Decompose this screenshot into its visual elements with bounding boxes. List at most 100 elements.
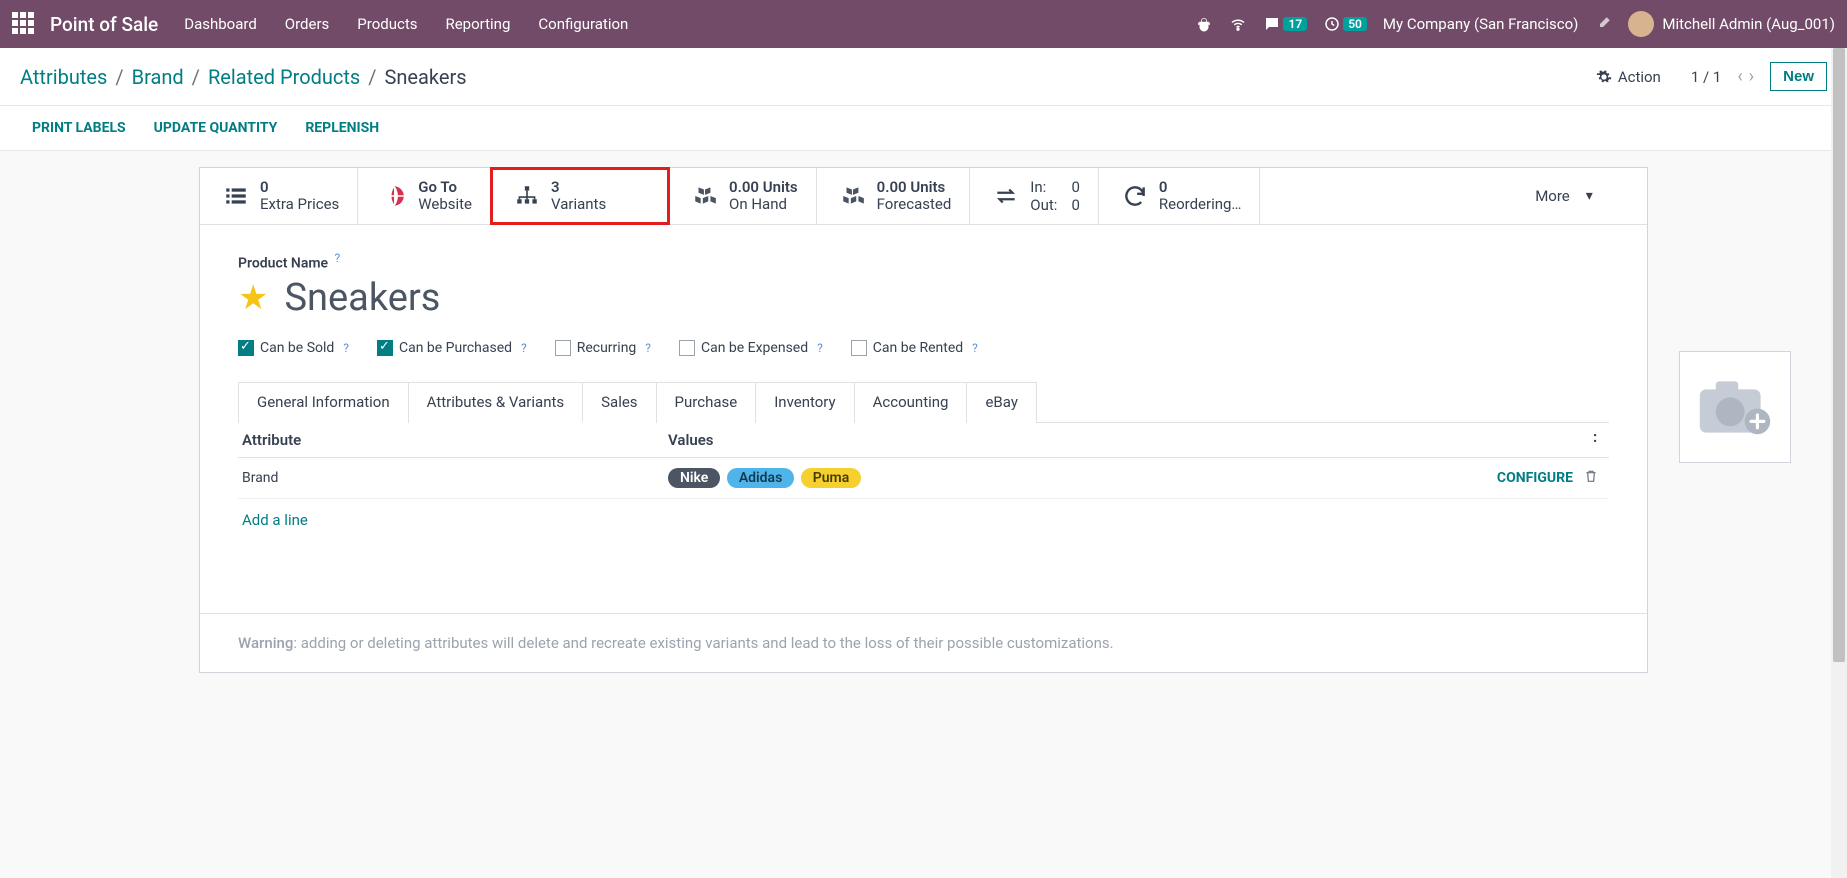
- app-brand[interactable]: Point of Sale: [50, 13, 158, 36]
- checkbox-label: Can be Rented: [873, 340, 963, 356]
- warning-footer: Warning: adding or deleting attributes w…: [200, 613, 1647, 672]
- delete-icon[interactable]: [1573, 468, 1609, 488]
- refresh-icon: [1121, 183, 1149, 209]
- pager[interactable]: 1 / 1: [1691, 68, 1722, 86]
- help-icon[interactable]: ?: [335, 251, 341, 265]
- breadcrumb-bar: Attributes / Brand / Related Products / …: [0, 48, 1847, 106]
- configure-button[interactable]: CONFIGURE: [1497, 470, 1573, 486]
- gear-icon: [1596, 69, 1612, 85]
- action-dropdown[interactable]: Action: [1596, 68, 1661, 86]
- tab-purchase[interactable]: Purchase: [657, 383, 757, 423]
- update-quantity-button[interactable]: UPDATE QUANTITY: [154, 120, 278, 136]
- top-menu: Dashboard Orders Products Reporting Conf…: [184, 15, 628, 33]
- stat-label: Website: [418, 195, 472, 213]
- help-icon[interactable]: ?: [343, 341, 349, 355]
- tab-ebay[interactable]: eBay: [967, 383, 1035, 423]
- crumb-sep: /: [115, 65, 123, 89]
- help-icon[interactable]: ?: [645, 341, 651, 355]
- crumb-sep: /: [192, 65, 200, 89]
- col-attribute: Attribute: [238, 431, 668, 449]
- cell-attribute[interactable]: Brand: [238, 470, 668, 486]
- company-switcher[interactable]: My Company (San Francisco): [1383, 15, 1578, 33]
- menu-orders[interactable]: Orders: [285, 15, 330, 33]
- clock-icon[interactable]: 50: [1323, 15, 1367, 33]
- product-image-placeholder[interactable]: [1679, 351, 1791, 463]
- sitemap-icon: [513, 183, 541, 209]
- crumb-brand[interactable]: Brand: [132, 65, 184, 89]
- product-name-field[interactable]: Sneakers: [284, 276, 1609, 320]
- stat-forecasted[interactable]: 0.00 UnitsForecasted: [817, 168, 971, 224]
- scrollbar[interactable]: [1831, 48, 1847, 878]
- can-be-sold-checkbox[interactable]: Can be Sold?: [238, 340, 349, 356]
- stat-in-value: 0: [1071, 178, 1079, 196]
- user-name: Mitchell Admin (Aug_001): [1662, 15, 1835, 33]
- stat-label: Variants: [551, 195, 606, 213]
- crumb-attributes[interactable]: Attributes: [20, 65, 107, 89]
- crumb-related[interactable]: Related Products: [208, 65, 360, 89]
- can-be-rented-checkbox[interactable]: Can be Rented?: [851, 340, 978, 356]
- pager-next-icon[interactable]: ›: [1749, 66, 1754, 87]
- stat-value: 0.00 Units: [877, 179, 952, 196]
- stat-goto-website[interactable]: Go ToWebsite: [358, 168, 491, 224]
- user-menu[interactable]: Mitchell Admin (Aug_001): [1628, 11, 1835, 37]
- bug-icon[interactable]: [1195, 15, 1213, 33]
- cell-values[interactable]: Nike Adidas Puma: [668, 468, 1423, 488]
- favorite-star-icon[interactable]: ★: [238, 281, 268, 315]
- tab-inventory[interactable]: Inventory: [756, 383, 854, 423]
- breadcrumb: Attributes / Brand / Related Products / …: [20, 65, 467, 89]
- replenish-button[interactable]: REPLENISH: [305, 120, 379, 136]
- add-line-button[interactable]: Add a line: [238, 499, 1609, 541]
- help-icon[interactable]: ?: [972, 341, 978, 355]
- tab-accounting[interactable]: Accounting: [855, 383, 968, 423]
- stat-more[interactable]: More ▾: [1477, 168, 1647, 224]
- tools-icon[interactable]: [1594, 15, 1612, 33]
- top-navbar: Point of Sale Dashboard Orders Products …: [0, 0, 1847, 48]
- table-row[interactable]: Brand Nike Adidas Puma CONFIGURE: [238, 458, 1609, 499]
- stat-label: On Hand: [729, 195, 787, 213]
- apps-icon[interactable]: [12, 12, 36, 36]
- stat-on-hand[interactable]: 0.00 UnitsOn Hand: [669, 168, 817, 224]
- form-actions: PRINT LABELS UPDATE QUANTITY REPLENISH: [0, 106, 1847, 151]
- stat-reordering[interactable]: 0Reordering…: [1099, 168, 1261, 224]
- stat-out-value: 0: [1071, 196, 1079, 214]
- scrollbar-thumb[interactable]: [1833, 48, 1845, 662]
- tag[interactable]: Puma: [801, 468, 861, 488]
- menu-reporting[interactable]: Reporting: [445, 15, 510, 33]
- tab-sales[interactable]: Sales: [583, 383, 656, 423]
- checkbox-label: Can be Purchased: [399, 340, 512, 356]
- caret-down-icon: ▾: [1586, 188, 1593, 204]
- tab-general-information[interactable]: General Information: [239, 383, 409, 423]
- new-button[interactable]: New: [1770, 62, 1827, 91]
- tag[interactable]: Nike: [668, 468, 720, 488]
- menu-configuration[interactable]: Configuration: [538, 15, 628, 33]
- crumb-current: Sneakers: [385, 65, 467, 89]
- can-be-purchased-checkbox[interactable]: Can be Purchased?: [377, 340, 527, 356]
- can-be-expensed-checkbox[interactable]: Can be Expensed?: [679, 340, 823, 356]
- stat-in-out[interactable]: In:0 Out:0: [970, 168, 1099, 224]
- globe-icon: [380, 183, 408, 209]
- tab-attributes-variants[interactable]: Attributes & Variants: [409, 383, 583, 423]
- crumb-sep: /: [368, 65, 376, 89]
- recurring-checkbox[interactable]: Recurring?: [555, 340, 651, 356]
- help-icon[interactable]: ?: [521, 341, 527, 355]
- pager-prev-icon[interactable]: ‹: [1737, 66, 1742, 87]
- more-label: More: [1535, 187, 1570, 205]
- boxes-icon: [691, 183, 719, 209]
- stat-extra-prices[interactable]: 0Extra Prices: [200, 168, 358, 224]
- table-header: Attribute Values: [238, 423, 1609, 458]
- tag[interactable]: Adidas: [727, 468, 794, 488]
- chat-icon[interactable]: 17: [1263, 15, 1307, 33]
- stat-variants[interactable]: 3Variants: [491, 168, 669, 224]
- settings-icon[interactable]: [1573, 431, 1609, 449]
- print-labels-button[interactable]: PRINT LABELS: [32, 120, 126, 136]
- stat-label: Extra Prices: [260, 195, 339, 213]
- menu-products[interactable]: Products: [357, 15, 417, 33]
- stat-value: 0: [260, 179, 339, 196]
- checkbox-label: Can be Sold: [260, 340, 334, 356]
- chat-badge: 17: [1283, 17, 1307, 31]
- product-name-label: Product Name: [238, 256, 328, 272]
- wifi-icon[interactable]: [1229, 15, 1247, 33]
- menu-dashboard[interactable]: Dashboard: [184, 15, 257, 33]
- help-icon[interactable]: ?: [817, 341, 823, 355]
- warning-label: Warning: [238, 634, 293, 652]
